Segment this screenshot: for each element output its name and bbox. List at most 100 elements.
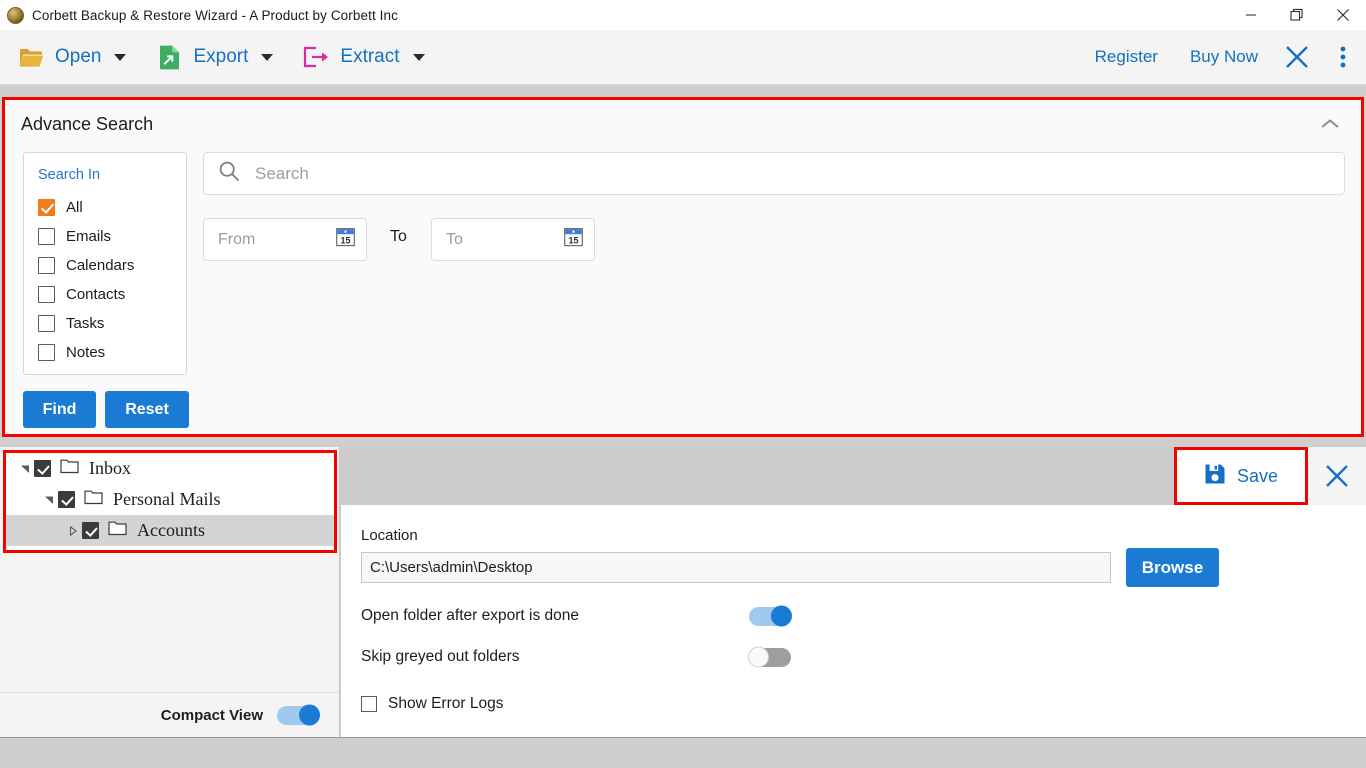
export-settings-header: Save [341, 447, 1366, 505]
toolbar-button-extract[interactable]: Extract [291, 36, 436, 78]
checkbox-contacts[interactable] [38, 286, 55, 303]
compact-view-toggle[interactable] [277, 704, 320, 726]
search-in-option-calendars[interactable]: Calendars [38, 251, 186, 280]
reset-button[interactable]: Reset [105, 391, 189, 428]
folder-icon [60, 458, 79, 479]
expand-arrow-down-icon[interactable] [16, 464, 34, 473]
search-in-box: Search In All Emails Calendars Contacts … [23, 152, 187, 375]
search-in-option-contacts[interactable]: Contacts [38, 280, 186, 309]
close-x-icon[interactable] [1274, 30, 1320, 85]
checkbox-show-error-logs[interactable] [361, 696, 377, 712]
tree-node-inbox[interactable]: Inbox [6, 453, 334, 484]
toolbar-right-group: Register Buy Now [1079, 30, 1366, 85]
search-field[interactable] [203, 152, 1345, 195]
to-date-input[interactable] [444, 226, 544, 253]
tree-checkbox-personal-mails[interactable] [58, 491, 75, 508]
from-date-input[interactable] [216, 226, 316, 253]
main-toolbar: Open Export Extract Register Buy Now [0, 30, 1366, 85]
svg-text:15: 15 [340, 235, 350, 245]
toggle-open-folder-after-export[interactable] [749, 605, 792, 627]
option-open-folder-after-export: Open folder after export is done [361, 603, 792, 629]
folder-icon [84, 489, 103, 510]
advance-search-header: Advance Search [5, 100, 1361, 148]
status-bar [0, 737, 1366, 768]
checkbox-emails[interactable] [38, 228, 55, 245]
from-date-field[interactable]: 15 [203, 218, 367, 261]
chevron-down-icon-open[interactable] [114, 53, 127, 61]
search-in-option-tasks[interactable]: Tasks [38, 309, 186, 338]
folder-tree-highlight: Inbox Personal Mails Accounts [3, 450, 337, 553]
chevron-down-icon-export[interactable] [261, 53, 274, 61]
folder-tree-panel: Inbox Personal Mails Accounts Compact Vi… [0, 447, 340, 737]
toolbar-button-export[interactable]: Export [144, 36, 285, 78]
checkbox-all[interactable] [38, 199, 55, 216]
buy-now-link[interactable]: Buy Now [1174, 47, 1274, 67]
tree-node-accounts[interactable]: Accounts [6, 515, 334, 546]
tree-checkbox-inbox[interactable] [34, 460, 51, 477]
location-input[interactable] [361, 552, 1111, 583]
export-file-icon [156, 44, 182, 70]
restore-icon[interactable] [1274, 0, 1320, 30]
label-tasks: Tasks [66, 315, 105, 332]
save-button[interactable]: Save [1174, 447, 1308, 505]
folder-icon [108, 520, 127, 541]
option-label-open-folder: Open folder after export is done [361, 607, 579, 624]
date-range-separator: To [390, 228, 407, 245]
app-globe-icon [7, 6, 24, 24]
label-all: All [66, 199, 83, 216]
search-in-option-emails[interactable]: Emails [38, 222, 186, 251]
find-button[interactable]: Find [23, 391, 96, 428]
save-floppy-icon [1204, 463, 1226, 490]
close-icon[interactable] [1320, 0, 1366, 30]
chevron-up-icon[interactable] [1317, 111, 1343, 137]
toggle-knob [748, 646, 769, 668]
tree-label-accounts: Accounts [137, 520, 205, 540]
checkbox-notes[interactable] [38, 344, 55, 361]
option-skip-greyed-out-folders: Skip greyed out folders [361, 644, 791, 670]
folder-open-icon [18, 44, 44, 70]
label-show-error-logs: Show Error Logs [388, 695, 504, 712]
tree-node-personal-mails[interactable]: Personal Mails [6, 484, 334, 515]
register-link[interactable]: Register [1079, 47, 1174, 67]
window-controls [1228, 0, 1366, 30]
calendar-15-icon[interactable]: 15 [336, 227, 355, 252]
panel-close-icon[interactable] [1308, 447, 1366, 505]
search-in-title: Search In [38, 167, 101, 183]
label-contacts: Contacts [66, 286, 126, 303]
checkbox-calendars[interactable] [38, 257, 55, 274]
tree-checkbox-accounts[interactable] [82, 522, 99, 539]
location-label: Location [361, 527, 418, 544]
expand-arrow-down-icon[interactable] [40, 495, 58, 504]
search-in-option-notes[interactable]: Notes [38, 338, 186, 367]
toggle-knob [771, 605, 792, 627]
svg-text:15: 15 [568, 235, 578, 245]
search-input[interactable] [253, 159, 1293, 188]
toolbar-button-open[interactable]: Open [6, 36, 138, 78]
to-date-field[interactable]: 15 [431, 218, 595, 261]
more-vertical-icon[interactable] [1320, 30, 1366, 85]
minimize-icon[interactable] [1228, 0, 1274, 30]
toolbar-label-open: Open [55, 46, 102, 67]
search-icon [218, 160, 240, 187]
label-calendars: Calendars [66, 257, 135, 274]
toolbar-label-export: Export [193, 46, 249, 67]
title-bar: Corbett Backup & Restore Wizard - A Prod… [0, 0, 1366, 30]
extract-arrow-icon [303, 44, 329, 70]
toolbar-label-extract: Extract [340, 46, 400, 67]
tree-label-personal-mails: Personal Mails [113, 489, 221, 509]
tree-label-inbox: Inbox [89, 458, 131, 478]
compact-view-bar: Compact View [0, 692, 339, 737]
calendar-15-icon[interactable]: 15 [564, 227, 583, 252]
search-in-option-all[interactable]: All [38, 193, 186, 222]
browse-button[interactable]: Browse [1126, 548, 1219, 587]
show-error-logs-row[interactable]: Show Error Logs [361, 695, 503, 713]
expand-arrow-right-icon[interactable] [64, 525, 82, 536]
toggle-knob [299, 704, 320, 726]
label-notes: Notes [66, 344, 106, 361]
chevron-down-icon-extract[interactable] [412, 53, 425, 61]
checkbox-tasks[interactable] [38, 315, 55, 332]
toggle-skip-greyed-out-folders[interactable] [748, 646, 791, 668]
save-label: Save [1236, 465, 1279, 486]
advance-search-panel: Advance Search Search In All Emails Cale… [2, 97, 1364, 437]
option-label-skip-greyed: Skip greyed out folders [361, 648, 520, 665]
